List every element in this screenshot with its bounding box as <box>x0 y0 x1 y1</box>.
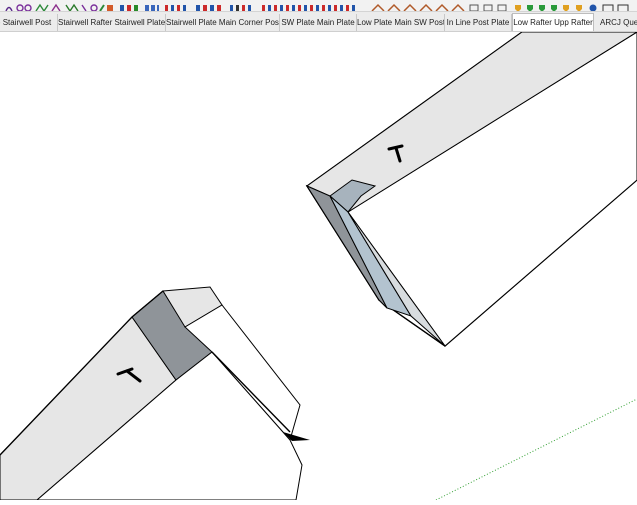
shield-icons[interactable] <box>515 4 629 13</box>
style-icon[interactable] <box>230 5 251 11</box>
tab-stairwell-post[interactable]: te Stairwell Post <box>0 14 58 31</box>
lower-rafter[interactable] <box>0 286 310 501</box>
layer-icon[interactable] <box>120 5 138 11</box>
scene-tabs: te Stairwell Post Stairwell Rafter Stair… <box>0 12 637 32</box>
tab-low-plate-main-sw-post[interactable]: Low Plate Main SW Post <box>357 14 445 31</box>
toolbar <box>0 0 637 12</box>
tab-in-line-post-plate[interactable]: In Line Post Plate <box>445 14 512 31</box>
push-pull-icon[interactable] <box>65 3 98 11</box>
tab-stairwell-plate-main-corner-post[interactable]: Stairwell Plate Main Corner Post <box>166 14 280 31</box>
shadow-icon[interactable] <box>262 5 355 11</box>
tab-low-rafter-upp-rafter[interactable]: Low Rafter Upp Rafter <box>512 13 594 31</box>
model-viewport[interactable] <box>0 31 637 501</box>
model-canvas[interactable] <box>0 31 637 501</box>
section-icon[interactable] <box>196 5 221 11</box>
upper-rafter[interactable] <box>305 31 637 500</box>
curve-tool-icon[interactable] <box>35 3 61 11</box>
paint-icon[interactable] <box>99 4 113 11</box>
tab-arcj-queer[interactable]: ARCJ Queer <box>594 14 637 31</box>
tab-sw-plate-main-plate[interactable]: SW Plate Main Plate <box>280 14 357 31</box>
draw-tool-icon[interactable] <box>5 6 13 12</box>
component-icon[interactable] <box>145 5 159 11</box>
tab-stairwell-rafter-stairwell-plate[interactable]: Stairwell Rafter Stairwell Plate <box>58 14 166 31</box>
dimension-icon[interactable] <box>165 5 186 11</box>
rafter-tool-icons[interactable] <box>371 3 507 11</box>
arc-tool-icon[interactable] <box>16 4 32 11</box>
toolbar-icons <box>5 3 629 13</box>
